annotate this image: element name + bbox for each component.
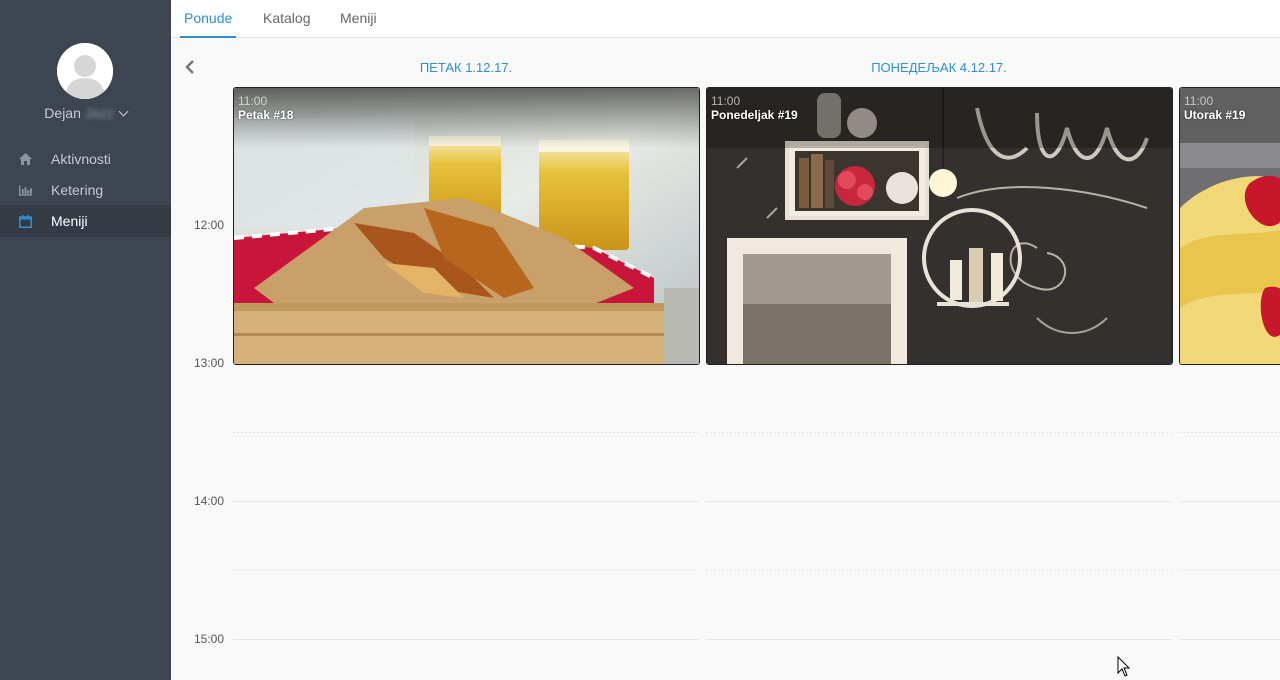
hour-line: [1179, 501, 1280, 502]
event-time: 11:00: [1184, 94, 1214, 108]
event-title: Petak #18: [238, 108, 294, 122]
sidebar-item-label: Meniji: [51, 213, 88, 229]
sidebar-item-ketering[interactable]: Ketering: [0, 174, 171, 206]
sidebar: Dejan Jazz Aktivnosti Ketering Meniji: [0, 0, 171, 680]
prev-week-button[interactable]: [184, 59, 196, 75]
hour-line: [1179, 639, 1280, 640]
event-time: 11:00: [711, 94, 741, 108]
sidebar-item-meniji[interactable]: Meniji: [0, 205, 171, 237]
menu-event-card[interactable]: 11:00 Ponedeljak #19: [706, 87, 1173, 365]
tab-ponude[interactable]: Ponude: [180, 0, 237, 38]
half-hour-line: [1179, 432, 1280, 433]
chevron-left-icon: [185, 60, 194, 74]
chalkboard-photo: [707, 88, 1172, 364]
user-name: Dejan: [44, 105, 81, 121]
user-menu[interactable]: Dejan Jazz: [0, 105, 171, 121]
hour-line: [233, 639, 699, 640]
chevron-down-icon: [118, 106, 129, 117]
half-hour-line: [1179, 570, 1280, 571]
half-hour-line: [706, 432, 1172, 433]
user-name-blurred: Jazz: [84, 105, 114, 121]
tab-meniji[interactable]: Meniji: [336, 0, 381, 38]
mouse-cursor-icon: [1117, 656, 1131, 677]
menu-event-card[interactable]: 11:00 Utorak #19: [1179, 87, 1280, 365]
dessert-photo: [1180, 88, 1280, 364]
user-silhouette-icon: [57, 43, 113, 99]
hour-line: [706, 501, 1172, 502]
food-photo: [234, 88, 699, 364]
tab-katalog[interactable]: Katalog: [259, 0, 314, 38]
day-header: ПОНЕДЕЉАК 4.12.17.: [871, 60, 1007, 75]
time-label: 13:00: [193, 356, 224, 370]
hour-line: [706, 639, 1172, 640]
time-label: 15:00: [193, 632, 224, 646]
half-hour-line: [233, 432, 699, 433]
event-time: 11:00: [238, 94, 268, 108]
hour-line: [233, 501, 699, 502]
sidebar-item-label: Ketering: [51, 182, 104, 198]
day-header: ПЕТАК 1.12.17.: [419, 60, 513, 75]
half-hour-line: [233, 570, 699, 571]
menu-event-card[interactable]: 11:00 Petak #18: [233, 87, 700, 365]
calendar-icon: [19, 214, 32, 228]
half-hour-line: [706, 570, 1172, 571]
sidebar-item-aktivnosti[interactable]: Aktivnosti: [0, 143, 171, 175]
home-icon: [19, 153, 32, 166]
time-label: 14:00: [193, 494, 224, 508]
bar-chart-icon: [19, 184, 32, 197]
sidebar-item-label: Aktivnosti: [51, 151, 111, 167]
time-label: 12:00: [193, 218, 224, 232]
avatar[interactable]: [57, 43, 113, 99]
event-title: Utorak #19: [1184, 108, 1246, 122]
event-title: Ponedeljak #19: [711, 108, 798, 122]
top-tabs: Ponude Katalog Meniji: [171, 0, 1280, 38]
